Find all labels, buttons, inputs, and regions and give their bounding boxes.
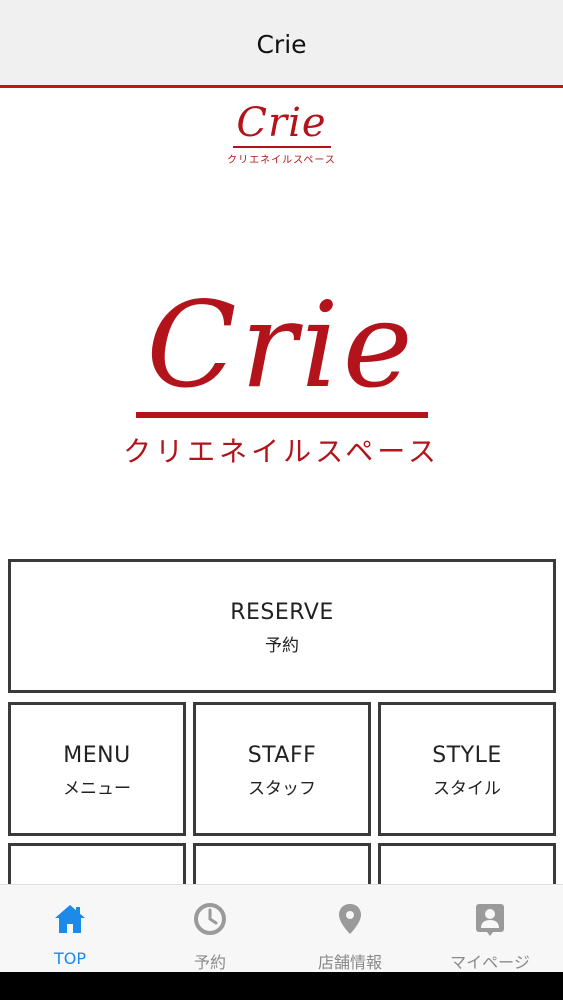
tab-shop-info-label: 店舗情報 [317,953,382,972]
tab-reserve-label: 予約 [193,953,226,972]
main-logo-word: Crie [146,276,417,414]
home-indicator-area [0,972,563,1000]
nav-title: Crie [256,30,307,59]
menu-label: MENU [63,743,131,768]
contact-card-icon [476,904,504,936]
small-logo-word: Crie [236,100,327,146]
reserve-sublabel: 予約 [265,636,299,656]
clock-icon [194,903,226,935]
tab-top[interactable]: TOP [0,885,140,973]
small-logo-rule [232,146,331,148]
tab-mypage[interactable]: マイページ [420,885,560,973]
main-logo: Crie クリエネイルスペース [0,282,563,470]
style-button[interactable]: STYLE スタイル [378,702,556,836]
style-sublabel: スタイル [433,779,501,799]
tab-shop-info[interactable]: 店舗情報 [280,885,420,973]
reserve-button[interactable]: RESERVE 予約 [8,559,556,693]
style-label: STYLE [432,743,502,768]
main-logo-kana: クリエネイルスペース [123,435,440,468]
staff-sublabel: スタッフ [248,779,316,799]
map-pin-icon [339,904,361,934]
staff-button[interactable]: STAFF スタッフ [193,702,371,836]
tab-reserve[interactable]: 予約 [140,885,280,973]
staff-label: STAFF [247,743,317,768]
home-icon [55,905,85,933]
tab-top-label: TOP [53,949,86,968]
small-logo-kana: クリエネイルスペース [227,155,336,166]
small-logo: Crie クリエネイルスペース [0,100,563,166]
reserve-label: RESERVE [230,600,334,625]
menu-button[interactable]: MENU メニュー [8,702,186,836]
tab-mypage-label: マイページ [450,953,530,972]
menu-sublabel: メニュー [63,779,131,799]
tab-bar: TOP 予約 店舗情報 マイページ [0,884,563,972]
nav-bar: Crie [0,0,563,88]
